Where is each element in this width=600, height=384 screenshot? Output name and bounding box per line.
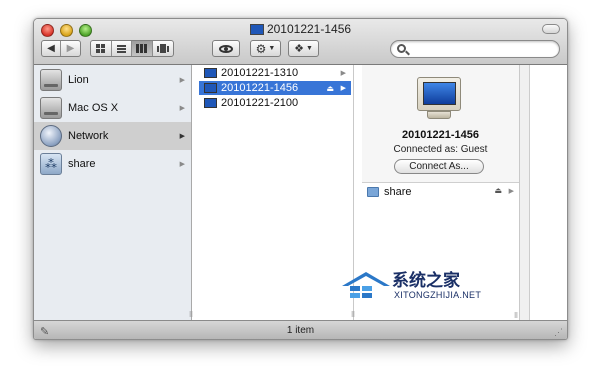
computer-icon xyxy=(204,98,217,108)
disclosure-arrow-icon: ▶ xyxy=(508,188,514,195)
resize-grip-icon[interactable]: ⋰ xyxy=(554,327,563,338)
watermark-logo xyxy=(342,272,390,298)
empty-column xyxy=(520,65,530,320)
eye-icon xyxy=(219,44,233,53)
disk-icon xyxy=(40,97,62,119)
column-view-button[interactable] xyxy=(132,41,153,56)
icon-view-icon xyxy=(96,44,106,53)
view-mode-control xyxy=(90,40,174,57)
list-item-selected[interactable]: 20101221-1456 ⏏ ▶ xyxy=(199,81,351,95)
sidebar-item-label: Mac OS X xyxy=(68,102,119,114)
disclosure-arrow-icon: ▶ xyxy=(179,105,185,112)
forward-button[interactable]: ▶ xyxy=(61,41,80,56)
preview-title: 20101221-1456 xyxy=(401,129,480,141)
coverflow-view-button[interactable] xyxy=(153,41,173,56)
browser-column-computers: 20101221-1310 ▶ 20101221-1456 ⏏ ▶ 201012… xyxy=(199,65,357,320)
sidebar-item-share[interactable]: ⁂ share ▶ xyxy=(34,150,191,178)
back-forward-control: ◀ ▶ xyxy=(41,40,81,57)
sidebar: Lion ▶ Mac OS X ▶ Network ▶ ⁂ share ▶ ll xyxy=(34,65,195,320)
dropbox-icon: ❖ xyxy=(294,42,304,55)
list-item-label: 20101221-2100 xyxy=(221,97,299,109)
list-view-icon xyxy=(116,44,126,53)
sidebar-item-label: Lion xyxy=(68,74,89,86)
sidebar-item-label: share xyxy=(68,158,96,170)
globe-icon xyxy=(40,125,62,147)
chevron-down-icon: ▼ xyxy=(305,45,313,52)
watermark-text-en: XITONGZHIJIA.NET xyxy=(394,290,482,300)
computer-preview-icon xyxy=(417,77,461,111)
list-item-label: 20101221-1456 xyxy=(221,82,299,94)
status-bar: ✎ 1 item ⋰ xyxy=(34,320,567,339)
disk-icon xyxy=(40,69,62,91)
action-menu-button[interactable]: ⚙ ▼ xyxy=(250,40,281,57)
list-item-label: 20101221-1310 xyxy=(221,67,299,79)
search-icon xyxy=(397,44,406,53)
column-resize-handle[interactable]: ll xyxy=(349,310,357,319)
chevron-down-icon: ▼ xyxy=(268,45,276,52)
window-title-area: 20101221-1456 xyxy=(34,22,567,36)
coverflow-view-icon xyxy=(156,44,169,53)
eject-icon[interactable]: ⏏ xyxy=(326,84,334,93)
watermark: 系统之家 XITONGZHIJIA.NET xyxy=(340,266,510,310)
icon-view-button[interactable] xyxy=(91,41,112,56)
title-bar: 20101221-1456 ◀ ▶ ⚙ ▼ ❖ ▼ xyxy=(34,19,567,65)
gear-icon: ⚙ xyxy=(255,41,267,56)
computer-icon xyxy=(249,24,264,35)
dropbox-menu-button[interactable]: ❖ ▼ xyxy=(288,40,319,57)
column-resize-handle[interactable]: ll xyxy=(187,310,195,319)
monitor-stand xyxy=(427,111,451,119)
column-view-icon xyxy=(136,44,148,53)
disclosure-arrow-icon: ▶ xyxy=(179,161,185,168)
disclosure-arrow-icon: ▶ xyxy=(340,70,346,77)
list-item[interactable]: 20101221-2100 xyxy=(199,96,351,110)
share-icon: ⁂ xyxy=(40,153,62,175)
sidebar-item-mac-os-x[interactable]: Mac OS X ▶ xyxy=(34,94,191,122)
sidebar-item-lion[interactable]: Lion ▶ xyxy=(34,66,191,94)
window-title: 20101221-1456 xyxy=(266,22,352,36)
computer-icon xyxy=(204,83,217,93)
list-view-button[interactable] xyxy=(112,41,132,56)
eject-icon[interactable]: ⏏ xyxy=(494,186,502,195)
disclosure-arrow-icon: ▶ xyxy=(179,133,185,140)
connection-status: Connected as: Guest xyxy=(393,144,488,155)
back-button[interactable]: ◀ xyxy=(42,41,62,56)
search-input[interactable] xyxy=(409,43,554,56)
connect-as-button[interactable]: Connect As... xyxy=(394,159,484,174)
folder-icon xyxy=(367,187,379,197)
watermark-text-cn: 系统之家 xyxy=(392,271,460,291)
list-item-label: share xyxy=(384,186,412,198)
sidebar-item-label: Network xyxy=(68,130,109,142)
toolbar-toggle-button[interactable] xyxy=(542,24,560,34)
computer-icon xyxy=(204,68,217,78)
list-item[interactable]: share ⏏ ▶ xyxy=(362,185,519,200)
quicklook-button[interactable] xyxy=(212,40,240,57)
disclosure-arrow-icon: ▶ xyxy=(340,85,346,92)
list-item[interactable]: 20101221-1310 ▶ xyxy=(199,66,351,80)
search-field[interactable] xyxy=(390,40,560,58)
sidebar-item-network[interactable]: Network ▶ xyxy=(34,122,191,150)
column-resize-handle[interactable]: ll xyxy=(512,311,520,320)
disclosure-arrow-icon: ▶ xyxy=(179,77,185,84)
item-count: 1 item xyxy=(286,325,315,336)
